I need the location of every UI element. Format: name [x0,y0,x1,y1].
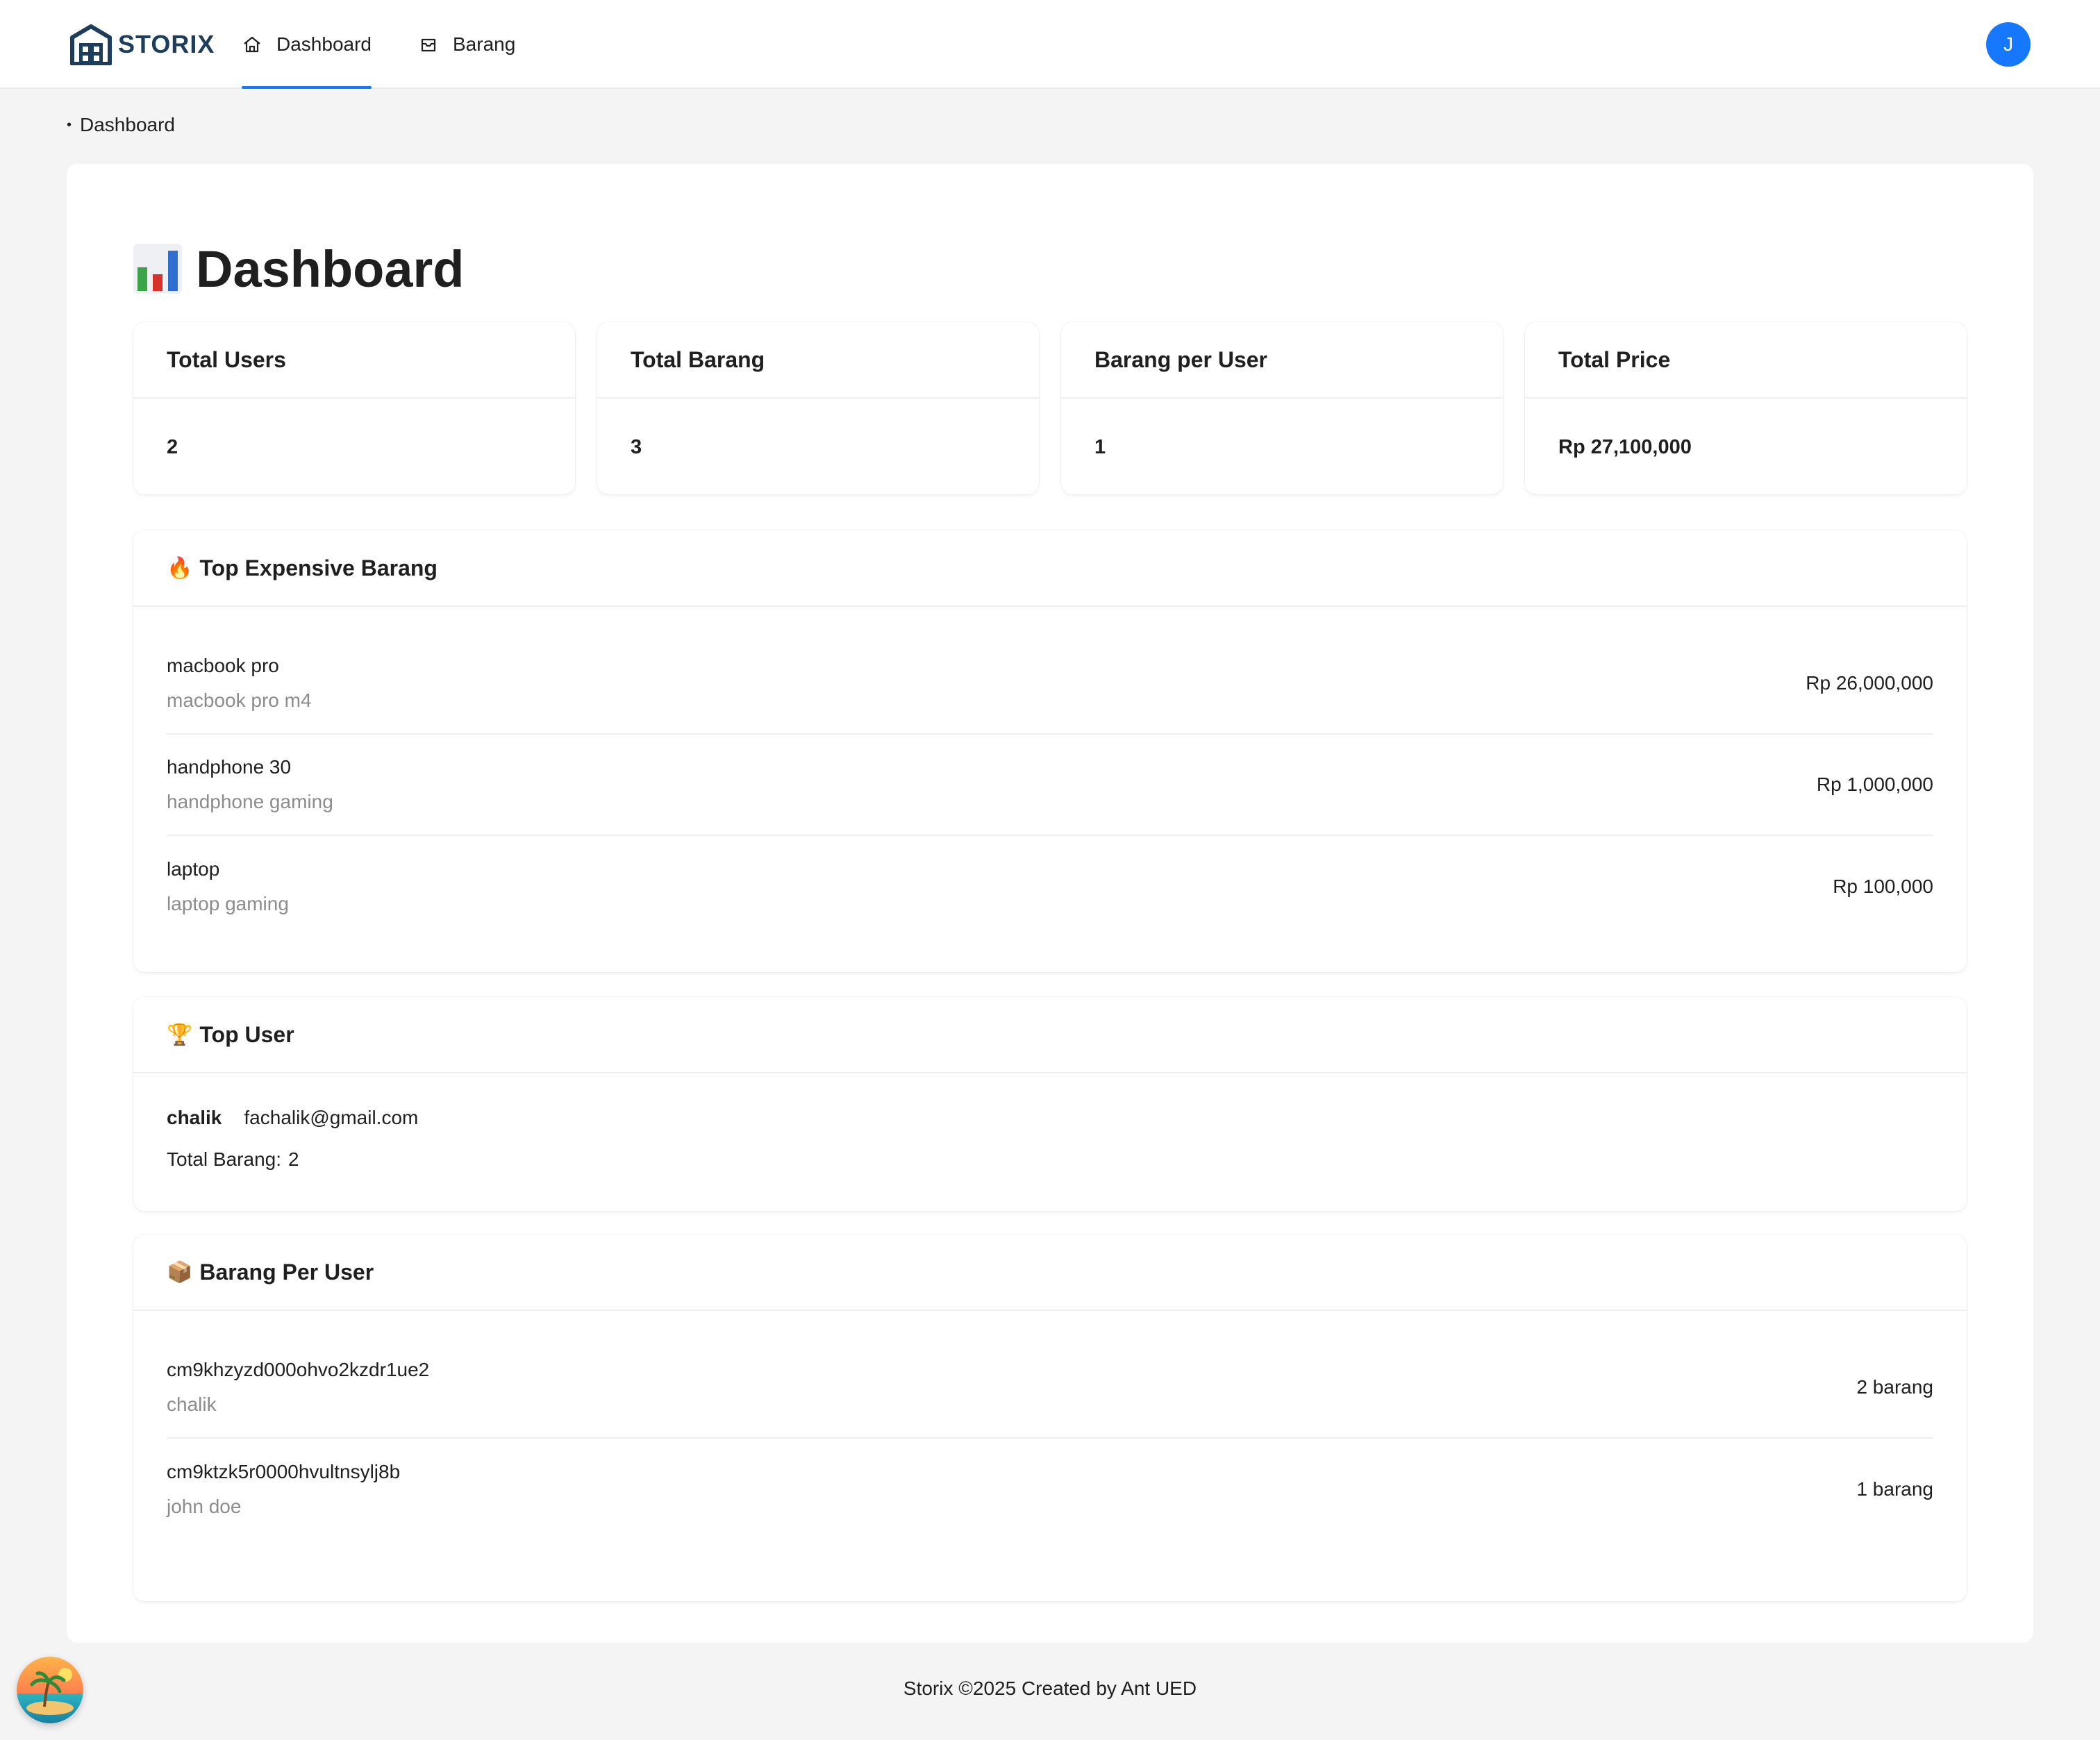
list-item: cm9khzyzd000ohvo2kzdr1ue2 chalik 2 baran… [167,1337,1933,1439]
stat-card-title: Total Barang [597,322,1039,399]
user-name: john doe [167,1496,242,1517]
stat-card-value: 1 [1094,435,1106,458]
item-description: laptop gaming [167,893,289,914]
item-price: Rp 100,000 [1833,876,1933,897]
card-header: 🏆 Top User [133,997,1967,1073]
stat-card-total-users: Total Users 2 [133,322,575,494]
list-item: macbook pro macbook pro m4 Rp 26,000,000 [167,633,1933,735]
user-name: chalik [167,1394,217,1415]
logo-text: STORIX [118,30,215,58]
user-id: cm9khzyzd000ohvo2kzdr1ue2 [167,1359,430,1380]
nav-item-dashboard[interactable]: Dashboard [242,0,372,89]
storix-logo[interactable]: STORIX [69,22,215,67]
stat-card-title: Total Price [1525,322,1967,399]
top-navbar: STORIX Dashboard Barang J [0,0,2100,89]
top-user-body: chalik fachalik@gmail.com Total Barang: … [133,1073,1967,1204]
nav-item-barang[interactable]: Barang [418,0,515,89]
breadcrumb: • Dashboard [67,114,175,136]
stat-card-value: 2 [167,435,178,458]
stat-card-value: Rp 27,100,000 [1558,435,1692,458]
package-icon: 📦 [167,1260,193,1284]
card-title: Top User [199,1021,294,1047]
breadcrumb-dot: • [67,117,72,133]
expensive-list: macbook pro macbook pro m4 Rp 26,000,000… [133,607,1967,937]
stat-card-title: Barang per User [1061,322,1503,399]
floating-beach-button[interactable] [17,1657,83,1723]
top-user-email: fachalik@gmail.com [244,1107,419,1128]
top-user-card: 🏆 Top User chalik fachalik@gmail.com Tot… [133,997,1967,1211]
breadcrumb-current: Dashboard [80,114,175,135]
stat-card-title: Total Users [133,322,575,399]
item-description: handphone gaming [167,791,333,812]
bar-chart-icon [133,244,182,294]
top-user-name: chalik [167,1107,222,1128]
stat-card-barang-per-user: Barang per User 1 [1061,322,1503,494]
item-name: laptop [167,858,220,880]
warehouse-logo-icon [70,24,112,65]
card-header: 🔥 Top Expensive Barang [133,530,1967,607]
item-name: macbook pro [167,655,279,676]
barang-count: 1 barang [1856,1478,1933,1500]
top-user-total-value: 2 [288,1148,299,1170]
item-price: Rp 26,000,000 [1806,672,1933,694]
footer-text: Storix ©2025 Created by Ant UED [903,1678,1197,1699]
item-name: handphone 30 [167,756,292,778]
content-panel: Dashboard Total Users 2 Total Barang 3 B… [67,164,2033,1643]
box-icon [421,38,436,52]
item-description: macbook pro m4 [167,689,312,711]
top-expensive-card: 🔥 Top Expensive Barang macbook pro macbo… [133,530,1967,972]
nav-item-label: Barang [453,33,516,55]
stat-card-total-price: Total Price Rp 27,100,000 [1525,322,1967,494]
page-title: Dashboard [133,231,465,307]
user-avatar[interactable]: J [1986,22,2031,67]
list-item: cm9ktzk5r0000hvultnsylj8b john doe 1 bar… [167,1439,1933,1540]
stat-card-total-barang: Total Barang 3 [597,322,1039,494]
item-price: Rp 1,000,000 [1816,773,1933,795]
user-id: cm9ktzk5r0000hvultnsylj8b [167,1461,401,1482]
page-title-text: Dashboard [196,240,465,298]
barang-per-user-card: 📦 Barang Per User cm9khzyzd000ohvo2kzdr1… [133,1235,1967,1601]
top-user-total-label: Total Barang: [167,1148,281,1170]
fire-icon: 🔥 [167,556,193,580]
barang-per-user-list: cm9khzyzd000ohvo2kzdr1ue2 chalik 2 baran… [133,1311,1967,1540]
card-title: Barang Per User [199,1259,374,1285]
card-header: 📦 Barang Per User [133,1235,1967,1311]
trophy-icon: 🏆 [167,1023,193,1046]
nav-item-label: Dashboard [276,33,372,55]
beach-icon [17,1657,83,1723]
stat-card-value: 3 [631,435,642,458]
barang-count: 2 barang [1856,1376,1933,1398]
home-icon [244,36,260,53]
list-item: handphone 30 handphone gaming Rp 1,000,0… [167,735,1933,836]
list-item: laptop laptop gaming Rp 100,000 [167,836,1933,937]
card-title: Top Expensive Barang [199,555,438,580]
